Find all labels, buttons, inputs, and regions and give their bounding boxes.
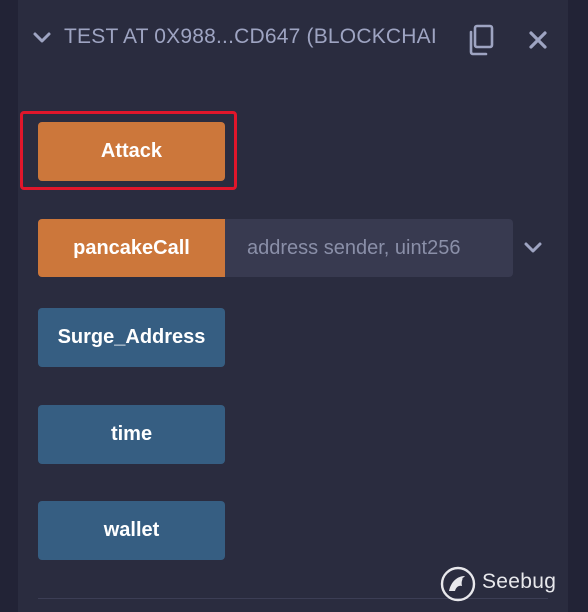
pancake-call-button[interactable]: pancakeCall [38, 219, 225, 277]
seebug-logo-icon [440, 566, 476, 602]
pancake-call-params-input[interactable] [225, 219, 513, 277]
contract-header: TEST AT 0X988...CD647 (BLOCKCHAIN) [18, 0, 568, 80]
time-button[interactable]: time [38, 405, 225, 464]
close-icon[interactable] [528, 30, 548, 50]
chevron-down-icon[interactable] [32, 28, 52, 48]
watermark-text: Seebug [482, 570, 557, 593]
deployed-contract-panel: TEST AT 0X988...CD647 (BLOCKCHAIN) Attac… [18, 0, 568, 612]
wallet-button[interactable]: wallet [38, 501, 225, 560]
attack-button[interactable]: Attack [38, 122, 225, 181]
contract-title[interactable]: TEST AT 0X988...CD647 (BLOCKCHAIN) [64, 25, 438, 49]
left-edge [0, 0, 18, 612]
chevron-down-icon[interactable] [523, 238, 543, 258]
surge-address-button[interactable]: Surge_Address [38, 308, 225, 367]
copy-icon[interactable] [466, 24, 496, 56]
right-edge [568, 0, 588, 612]
watermark: Seebug [440, 562, 565, 606]
